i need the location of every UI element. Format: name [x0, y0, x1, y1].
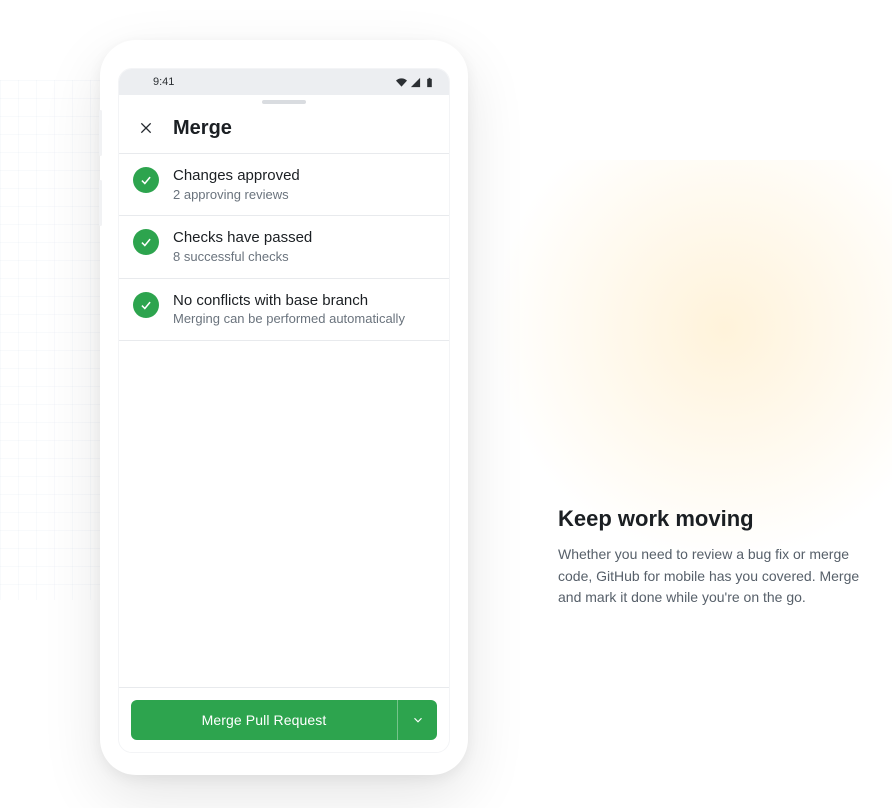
check-icon: [133, 292, 159, 318]
status-subtitle: 8 successful checks: [173, 249, 312, 266]
cellular-icon: [410, 77, 421, 88]
status-bar: 9:41: [119, 69, 449, 95]
marketing-body: Whether you need to review a bug fix or …: [558, 544, 868, 609]
status-title: No conflicts with base branch: [173, 291, 405, 311]
status-subtitle: Merging can be performed automatically: [173, 311, 405, 328]
status-row-checks[interactable]: Checks have passed 8 successful checks: [119, 216, 449, 278]
check-icon: [133, 229, 159, 255]
status-title: Changes approved: [173, 166, 300, 186]
status-title: Checks have passed: [173, 228, 312, 248]
merge-status-list: Changes approved 2 approving reviews Che…: [119, 153, 449, 341]
sheet-title: Merge: [173, 117, 232, 140]
close-icon: [138, 120, 154, 136]
sheet-footer: Merge Pull Request: [119, 687, 449, 752]
battery-icon: [424, 77, 435, 88]
status-row-conflicts[interactable]: No conflicts with base branch Merging ca…: [119, 279, 449, 341]
sheet-handle[interactable]: [119, 95, 449, 109]
merge-pull-request-button[interactable]: Merge Pull Request: [131, 700, 397, 740]
chevron-down-icon: [411, 713, 425, 727]
marketing-heading: Keep work moving: [558, 506, 868, 532]
status-subtitle: 2 approving reviews: [173, 187, 300, 204]
phone-screen: 9:41 Merge: [118, 68, 450, 753]
marketing-copy: Keep work moving Whether you need to rev…: [558, 506, 868, 609]
status-row-approved[interactable]: Changes approved 2 approving reviews: [119, 154, 449, 216]
wifi-icon: [396, 77, 407, 88]
close-button[interactable]: [133, 115, 159, 141]
check-icon: [133, 167, 159, 193]
status-icons: [396, 77, 435, 88]
status-time: 9:41: [153, 76, 174, 88]
phone-mockup: 9:41 Merge: [100, 40, 468, 775]
merge-options-button[interactable]: [397, 700, 437, 740]
